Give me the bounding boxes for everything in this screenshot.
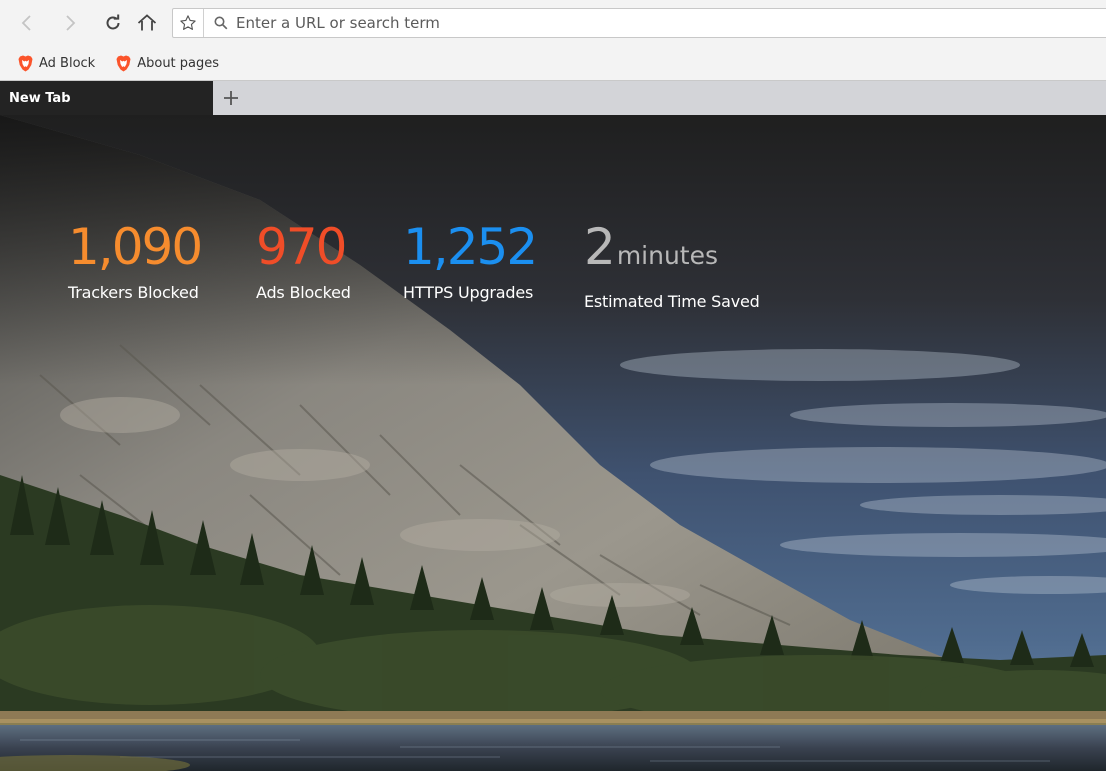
star-icon — [180, 15, 196, 30]
bookmark-label: Ad Block — [39, 55, 96, 71]
tab-new-tab[interactable]: New Tab — [0, 81, 213, 115]
trackers-blocked-count: 1,090 — [68, 218, 203, 276]
reload-icon — [106, 14, 120, 30]
bookmarks-bar: Ad Block About pages — [0, 46, 1106, 81]
url-bar[interactable] — [172, 8, 1106, 38]
bookmark-label: About pages — [137, 55, 220, 71]
time-saved-value-row: 2 minutes — [584, 217, 760, 286]
browser-toolbar — [0, 0, 1106, 46]
https-upgrades-label: HTTPS Upgrades — [403, 283, 534, 302]
brave-lion-icon — [116, 55, 131, 71]
tab-strip: New Tab — [0, 81, 1106, 115]
stat-trackers-blocked: 1,090 Trackers Blocked — [68, 217, 203, 302]
ads-blocked-count: 970 — [256, 218, 347, 276]
search-icon — [214, 16, 232, 30]
home-button[interactable] — [132, 8, 162, 38]
time-saved-count: 2 — [584, 218, 616, 276]
plus-icon — [224, 91, 238, 105]
stat-https-upgrades: 1,252 HTTPS Upgrades — [403, 217, 538, 302]
forward-arrow-icon — [66, 15, 76, 31]
new-tab-button[interactable] — [213, 81, 249, 115]
stat-time-saved: 2 minutes Estimated Time Saved — [584, 217, 760, 311]
ads-blocked-label: Ads Blocked — [256, 283, 351, 302]
bookmark-star-button[interactable] — [173, 9, 204, 37]
back-arrow-icon — [21, 15, 31, 31]
url-input[interactable] — [236, 10, 1036, 36]
bookmark-about-pages[interactable]: About pages — [116, 55, 219, 72]
time-saved-label: Estimated Time Saved — [584, 292, 760, 311]
bookmark-ad-block[interactable]: Ad Block — [18, 55, 95, 72]
forward-button[interactable] — [55, 8, 85, 38]
time-saved-unit: minutes — [616, 241, 719, 270]
stats-panel: 1,090 Trackers Blocked 970 Ads Blocked 1… — [0, 115, 1106, 771]
stat-ads-blocked: 970 Ads Blocked — [256, 217, 351, 302]
trackers-blocked-label: Trackers Blocked — [68, 283, 199, 302]
brave-lion-icon — [18, 55, 33, 71]
tab-label: New Tab — [9, 90, 71, 106]
reload-button[interactable] — [98, 8, 128, 38]
home-icon — [137, 14, 157, 31]
new-tab-page: 1,090 Trackers Blocked 970 Ads Blocked 1… — [0, 115, 1106, 771]
back-button[interactable] — [12, 8, 42, 38]
https-upgrades-count: 1,252 — [403, 218, 538, 276]
